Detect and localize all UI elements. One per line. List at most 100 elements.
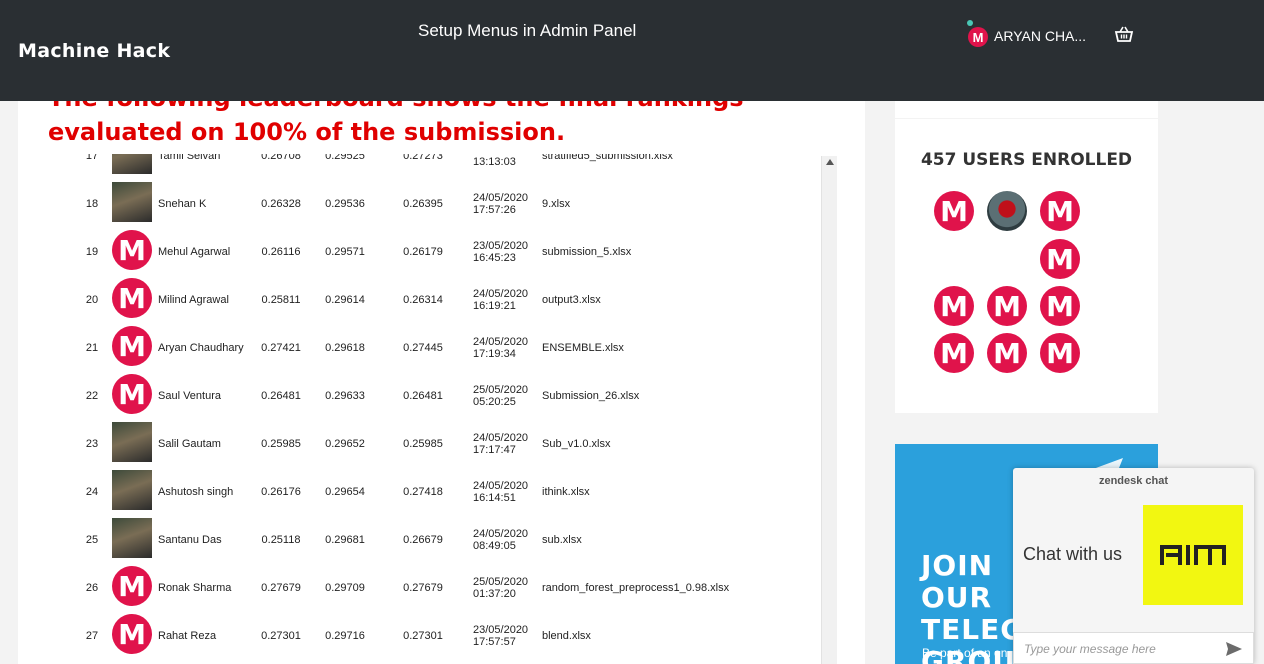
enrolled-users-card: 457 USERS ENROLLED MMMMMMMMM [895,119,1158,413]
private-score-cell: 0.29571 [325,246,365,258]
leaderboard-panel: The following leaderboard shows the fina… [18,101,865,664]
rank-cell: 24 [85,486,99,498]
private-score-cell: 0.29536 [325,198,365,210]
user-menu[interactable]: M ARYAN CHA... [967,20,1087,47]
enrolled-user-avatar[interactable]: M [987,333,1027,373]
leaderboard-row: 26 M Ronak Sharma 0.27679 0.29709 0.27679 25/0… [46,562,836,610]
enrolled-user-avatar[interactable]: M [934,333,974,373]
enrolled-user-avatar[interactable]: M [1040,286,1080,326]
final-score-cell: 0.27273 [403,154,443,162]
private-score-cell: 0.29618 [325,342,365,354]
submission-file: ENSEMBLE.xlsx [542,342,624,354]
rank-cell: 20 [85,294,99,306]
enrolled-user-avatar[interactable]: M [987,286,1027,326]
leaderboard-row: 17 Tamil Selvan 0.26708 0.29525 0.27273 13:13… [46,154,836,178]
participant-avatar [112,154,152,174]
chat-message-input[interactable]: Type your message here [1013,632,1254,664]
participant-avatar [112,182,152,222]
enrolled-user-avatar[interactable]: M [1040,191,1080,231]
participant-name: Ronak Sharma [158,582,232,594]
participant-name: Snehan K [158,198,207,210]
enrolled-user-avatar[interactable]: M [934,286,974,326]
leaderboard-row: 18 Snehan K 0.26328 0.29536 0.26395 24/05/202… [46,178,836,226]
participant-avatar: M [112,230,152,270]
rank-cell: 22 [85,390,99,402]
submission-date: 24/05/2020 [473,480,529,492]
final-score-cell: 0.26481 [403,390,443,402]
enrolled-user-avatar[interactable]: M [1040,333,1080,373]
submission-datetime: 24/05/2020 16:19:21 [473,288,528,312]
leaderboard-row: 19 M Mehul Agarwal 0.26116 0.29571 0.26179 23/… [46,226,836,274]
submission-file: Sub_v1.0.xlsx [542,438,611,450]
rank-cell: 27 [85,630,99,642]
submission-datetime: 24/05/2020 17:17:47 [473,432,528,456]
public-score-cell: 0.25811 [261,294,301,306]
submission-time: 08:49:05 [473,540,516,552]
site-logo[interactable]: Machine Hack [18,40,170,62]
online-status-dot [967,20,973,26]
rank-cell: 23 [85,438,99,450]
participant-name: Mehul Agarwal [158,246,231,258]
public-score-cell: 0.27301 [261,630,301,642]
submission-time: 13:13:03 [473,156,516,168]
leaderboard-row: 27 M Rahat Reza 0.27301 0.29716 0.27301 23/05/… [46,610,836,658]
public-score-cell: 0.25118 [261,534,301,546]
chat-brand: zendesk chat [1098,475,1169,487]
scroll-up-arrow-icon[interactable] [826,159,834,165]
leaderboard-table[interactable]: 17 Tamil Selvan 0.26708 0.29525 0.27273 13:13… [46,154,838,664]
submission-datetime: 24/05/2020 17:19:34 [473,336,528,360]
submission-date: 23/05/2020 [473,624,529,636]
enrolled-user-avatar[interactable]: M [934,191,974,231]
user-name: ARYAN CHA... [994,27,1087,44]
submission-date: 25/05/2020 [473,576,529,588]
participant-name: Rahat Reza [158,630,217,642]
private-score-cell: 0.29633 [325,390,365,402]
submission-date: 24/05/2020 [473,192,529,204]
submission-date: 24/05/2020 [473,288,529,300]
submission-datetime: 24/05/2020 08:49:05 [473,528,528,552]
final-score-cell: 0.26179 [403,246,443,258]
user-avatar: M [968,27,988,47]
enrolled-user-avatar[interactable] [987,191,1027,231]
submission-datetime: 24/05/2020 17:57:26 [473,192,528,216]
submission-file: ithink.xlsx [542,486,590,498]
rank-cell: 21 [85,342,99,354]
submission-time: 17:57:26 [473,204,516,216]
submission-file: Submission_26.xlsx [542,390,640,402]
participant-avatar: M [112,374,152,414]
rank-cell: 26 [85,582,99,594]
rank-cell: 25 [85,534,99,546]
submission-file: random_forest_preprocess1_0.98.xlsx [542,582,730,594]
submission-date: 25/05/2020 [473,384,529,396]
participant-avatar: M [112,278,152,318]
rank-cell: 17 [85,154,99,162]
private-score-cell: 0.29525 [325,154,365,162]
chat-prompt: Chat with us [1023,544,1123,564]
submission-datetime: 25/05/2020 01:37:20 [473,576,528,600]
public-score-cell: 0.27421 [261,342,301,354]
zendesk-chat-widget[interactable]: zendesk chat Chat with us Type your mess… [1013,468,1254,664]
send-icon[interactable] [1225,641,1243,657]
public-score-cell: 0.26481 [261,390,301,402]
submission-file: 9.xlsx [542,198,571,210]
enrolled-count-title: 457 USERS ENROLLED [920,150,1133,170]
leaderboard-row: 22 M Saul Ventura 0.26481 0.29633 0.26481 25/0… [46,370,836,418]
submission-file: sub.xlsx [542,534,582,546]
submission-date: 24/05/2020 [473,336,529,348]
enrolled-user-avatar[interactable]: M [1040,239,1080,279]
public-score-cell: 0.26328 [261,198,301,210]
final-score-cell: 0.26679 [403,534,443,546]
leaderboard-row: 20 M Milind Agrawal 0.25811 0.29614 0.26314 24… [46,274,836,322]
basket-icon[interactable] [1114,25,1134,43]
aim-logo [1143,505,1243,605]
submission-datetime: 24/05/2020 16:14:51 [473,480,528,504]
private-score-cell: 0.29716 [325,630,365,642]
participant-name: Milind Agrawal [158,294,229,306]
leaderboard-scrollbar[interactable] [821,156,837,664]
final-score-cell: 0.27301 [403,630,443,642]
participant-name: Salil Gautam [158,438,221,450]
participant-avatar: M [112,614,152,654]
submission-file: blend.xlsx [542,630,591,642]
final-score-cell: 0.26314 [403,294,443,306]
participant-avatar: M [112,326,152,366]
